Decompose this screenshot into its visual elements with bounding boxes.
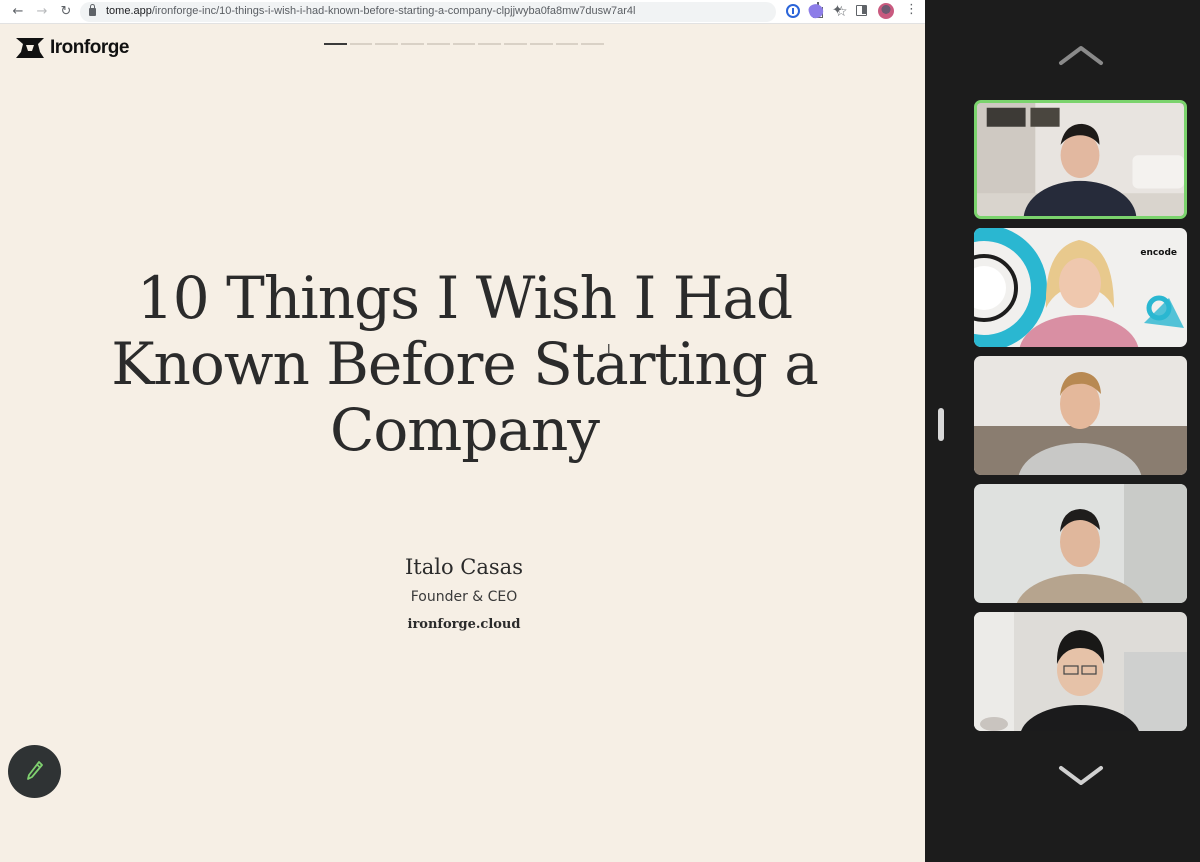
progress-segment[interactable] bbox=[426, 43, 450, 45]
participant-tile[interactable]: encode bbox=[974, 228, 1187, 347]
more-menu-icon[interactable]: ⋮ bbox=[905, 2, 918, 17]
chevron-down-icon[interactable] bbox=[1058, 764, 1104, 786]
address-bar[interactable]: tome.app/ironforge-inc/10-things-i-wish-… bbox=[80, 2, 848, 22]
progress-segment[interactable] bbox=[452, 43, 476, 45]
participant-video bbox=[974, 228, 1187, 347]
participant-tile[interactable] bbox=[974, 612, 1187, 731]
progress-segment[interactable] bbox=[478, 43, 502, 45]
participant-video bbox=[974, 484, 1187, 603]
background-logo-text: encode bbox=[1140, 248, 1177, 258]
progress-segment[interactable] bbox=[375, 43, 399, 45]
participant-video bbox=[974, 612, 1187, 731]
text-cursor-icon: I bbox=[607, 342, 611, 356]
author-block: Italo Casas Founder & CEO ironforge.clou… bbox=[264, 555, 664, 632]
slide-title: 10 Things I Wish I Had Known Before Star… bbox=[111, 264, 819, 464]
chevron-up-icon[interactable] bbox=[1058, 44, 1104, 66]
progress-segment[interactable] bbox=[555, 43, 579, 45]
browser-toolbar: ← → ↻ tome.app/ironforge-inc/10-things-i… bbox=[0, 0, 925, 24]
progress-segment[interactable] bbox=[324, 43, 347, 45]
progress-segment[interactable] bbox=[529, 43, 553, 45]
author-role: Founder & CEO bbox=[410, 589, 518, 605]
logo-text: Ironforge bbox=[50, 37, 129, 58]
author-website: ironforge.cloud bbox=[407, 617, 521, 632]
url-text[interactable]: tome.app/ironforge-inc/10-things-i-wish-… bbox=[106, 5, 635, 17]
url-host: tome.app bbox=[106, 5, 152, 17]
author-name: Italo Casas bbox=[405, 555, 523, 579]
progress-segment[interactable] bbox=[349, 43, 373, 45]
progress-segment[interactable] bbox=[401, 43, 424, 45]
participant-tile[interactable] bbox=[974, 100, 1187, 219]
browser-window: ← → ↻ tome.app/ironforge-inc/10-things-i… bbox=[0, 0, 925, 862]
pencil-icon bbox=[27, 761, 43, 780]
progress-segment[interactable] bbox=[504, 43, 527, 45]
slide-progress-bar[interactable] bbox=[324, 43, 605, 45]
participant-video bbox=[977, 103, 1184, 216]
video-call-panel: encode bbox=[925, 0, 1200, 862]
progress-segment[interactable] bbox=[581, 43, 605, 45]
panel-resize-handle[interactable] bbox=[938, 408, 944, 441]
extensions-puzzle-icon[interactable]: ✦ bbox=[832, 4, 846, 18]
forward-arrow-icon[interactable]: → bbox=[33, 3, 51, 21]
side-panel-icon[interactable] bbox=[856, 5, 867, 16]
participant-tile[interactable] bbox=[974, 484, 1187, 603]
password-manager-extension-icon[interactable] bbox=[786, 4, 800, 18]
lock-icon[interactable] bbox=[89, 4, 96, 16]
participant-tile[interactable] bbox=[974, 356, 1187, 475]
profile-avatar[interactable] bbox=[878, 3, 894, 19]
ironforge-logo-mark bbox=[16, 38, 44, 58]
edit-button[interactable] bbox=[8, 745, 61, 798]
url-path: /ironforge-inc/10-things-i-wish-i-had-kn… bbox=[151, 5, 636, 17]
presentation-slide: Ironforge 10 Things I Wish I Had Known B… bbox=[4, 25, 925, 862]
reload-icon[interactable]: ↻ bbox=[57, 3, 75, 21]
title-block: 10 Things I Wish I Had Known Before Star… bbox=[74, 265, 855, 463]
participant-video bbox=[974, 356, 1187, 475]
back-arrow-icon[interactable]: ← bbox=[9, 3, 27, 21]
